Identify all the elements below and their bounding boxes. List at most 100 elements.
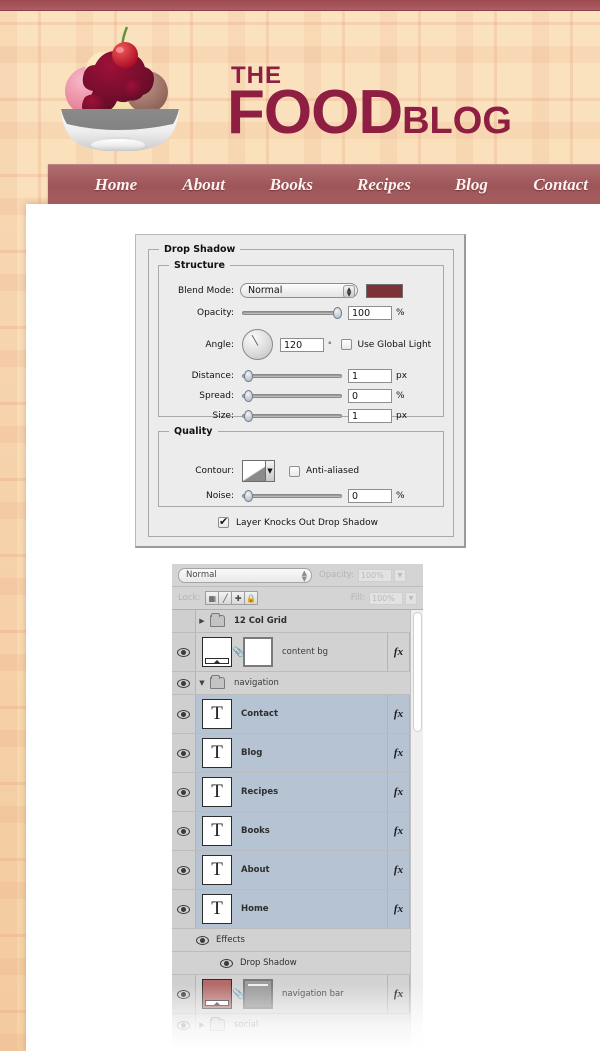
fx-icon[interactable]: fx [387, 695, 409, 733]
layer-thumbnail[interactable]: T [202, 777, 232, 807]
fx-icon[interactable]: fx [387, 773, 409, 811]
contour-preset-picker[interactable]: ▼ [242, 460, 275, 482]
visibility-toggle[interactable] [172, 734, 196, 772]
layer-row-effects[interactable]: Effects [172, 929, 423, 952]
layer-row-about[interactable]: T About fx ▼ [172, 851, 423, 890]
link-icon[interactable]: 📎 [232, 647, 244, 658]
fx-icon[interactable]: fx [387, 812, 409, 850]
nav-item-recipes[interactable]: Recipes [345, 175, 423, 195]
disclosure-triangle-icon[interactable]: ▼ [196, 679, 208, 687]
layers-blend-mode-select[interactable]: Normal ▲ ▼ [178, 567, 312, 583]
eye-icon[interactable] [220, 958, 233, 968]
angle-dial[interactable] [242, 329, 273, 360]
chevron-down-icon[interactable]: ▼ [265, 461, 274, 481]
layer-thumbnail[interactable]: T [202, 699, 232, 729]
layer-row-drop-shadow-effect[interactable]: Drop Shadow [172, 952, 423, 975]
fx-icon[interactable]: fx [387, 633, 409, 671]
layer-row-blog[interactable]: T Blog fx ▼ [172, 734, 423, 773]
layer-knocks-out-checkbox[interactable] [218, 515, 229, 528]
ice-cream-sundae-icon [61, 26, 179, 151]
layers-opacity-stepper[interactable]: ▼ [393, 568, 406, 582]
move-lock-icon[interactable]: ✚ [231, 591, 246, 605]
distance-slider-knob[interactable] [244, 370, 253, 382]
noise-slider-knob[interactable] [244, 490, 253, 502]
size-label: Size: [212, 411, 234, 421]
layer-mask-thumbnail[interactable] [243, 637, 273, 667]
layers-fill-input[interactable]: 100% [369, 591, 403, 605]
chevron-updown-icon[interactable]: ▲ ▼ [302, 569, 307, 582]
layer-thumbnail[interactable] [202, 979, 232, 1009]
nav-item-about[interactable]: About [170, 175, 237, 195]
angle-input[interactable]: 120 [280, 337, 324, 352]
transparency-lock-icon[interactable]: ▦ [205, 591, 220, 605]
eye-icon[interactable] [196, 935, 209, 945]
opacity-input[interactable]: 100 [348, 306, 392, 320]
visibility-toggle[interactable] [172, 610, 196, 632]
noise-input[interactable]: 0 [348, 489, 392, 503]
wordmark-blog: BLOG [402, 100, 512, 142]
nav-item-books[interactable]: Books [258, 175, 325, 195]
opacity-slider-knob[interactable] [333, 307, 342, 319]
layer-row-home[interactable]: T Home fx ▲ [172, 890, 423, 929]
layers-scrollbar[interactable] [410, 610, 423, 1051]
size-slider-knob[interactable] [244, 410, 253, 422]
visibility-toggle[interactable] [172, 812, 196, 850]
layers-opacity-input[interactable]: 100% [357, 568, 392, 582]
layer-row-navigation-group[interactable]: ▼ navigation [172, 672, 423, 695]
layer-mask-thumbnail[interactable] [243, 979, 273, 1009]
visibility-toggle[interactable] [172, 633, 196, 671]
paintbrush-lock-icon[interactable]: ╱ [218, 591, 233, 605]
size-input[interactable]: 1 [348, 409, 392, 423]
distance-slider[interactable] [242, 370, 342, 382]
visibility-toggle[interactable] [172, 773, 196, 811]
layers-scrollbar-thumb[interactable] [413, 612, 422, 732]
link-icon[interactable]: 📎 [232, 989, 244, 1000]
layer-row-books[interactable]: T Books fx ▼ [172, 812, 423, 851]
chevron-updown-icon[interactable]: ▲ ▼ [343, 285, 355, 298]
eye-icon [177, 865, 190, 875]
layer-thumbnail[interactable]: T [202, 816, 232, 846]
nav-item-contact[interactable]: Contact [521, 175, 600, 195]
site-logo[interactable]: THE FOODBLOG [55, 19, 512, 159]
disclosure-triangle-icon[interactable]: ▶ [196, 617, 208, 625]
visibility-toggle[interactable] [172, 672, 196, 694]
spread-input[interactable]: 0 [348, 389, 392, 403]
layer-name: Blog [241, 748, 263, 758]
blend-mode-select[interactable]: Normal ▲ ▼ [240, 283, 358, 298]
layer-thumbnail[interactable] [202, 637, 232, 667]
layer-thumbnail[interactable]: T [202, 738, 232, 768]
distance-input[interactable]: 1 [348, 369, 392, 383]
opacity-unit: % [396, 308, 405, 318]
spread-slider-knob[interactable] [244, 390, 253, 402]
nav-item-blog[interactable]: Blog [443, 175, 500, 195]
anti-aliased-checkbox[interactable] [289, 465, 300, 477]
layer-row-contact[interactable]: T Contact fx ▼ [172, 695, 423, 734]
layer-row-navigation-bar[interactable]: 📎 navigation bar fx ▼ [172, 975, 423, 1014]
visibility-toggle[interactable] [172, 851, 196, 889]
visibility-toggle[interactable] [172, 890, 196, 928]
layer-thumbnail[interactable]: T [202, 855, 232, 885]
opacity-slider[interactable] [242, 307, 342, 319]
layers-fill-stepper[interactable]: ▼ [405, 591, 417, 605]
layer-row-recipes[interactable]: T Recipes fx ▼ [172, 773, 423, 812]
shadow-color-swatch[interactable] [366, 283, 403, 298]
layer-thumbnail[interactable]: T [202, 894, 232, 924]
visibility-toggle[interactable] [172, 695, 196, 733]
visibility-toggle[interactable] [172, 975, 196, 1013]
layer-row-content-bg[interactable]: 📎 content bg fx ▼ [172, 633, 423, 672]
fx-icon[interactable]: fx [387, 890, 409, 928]
nav-item-home[interactable]: Home [83, 175, 150, 195]
layer-row-12-col-grid[interactable]: ▶ 12 Col Grid [172, 610, 423, 633]
noise-row: Noise: 0 % [170, 489, 445, 503]
fx-icon[interactable]: fx [387, 851, 409, 889]
layer-row-social-group[interactable]: ▶ social [172, 1014, 423, 1037]
noise-slider[interactable] [242, 490, 342, 502]
size-slider[interactable] [242, 410, 342, 422]
spread-slider[interactable] [242, 390, 342, 402]
lock-all-icon[interactable]: 🔒 [244, 591, 259, 605]
fx-icon[interactable]: fx [387, 975, 409, 1013]
disclosure-triangle-icon[interactable]: ▶ [196, 1021, 208, 1029]
visibility-toggle[interactable] [172, 1014, 196, 1036]
use-global-light-checkbox[interactable] [340, 339, 352, 350]
fx-icon[interactable]: fx [387, 734, 409, 772]
